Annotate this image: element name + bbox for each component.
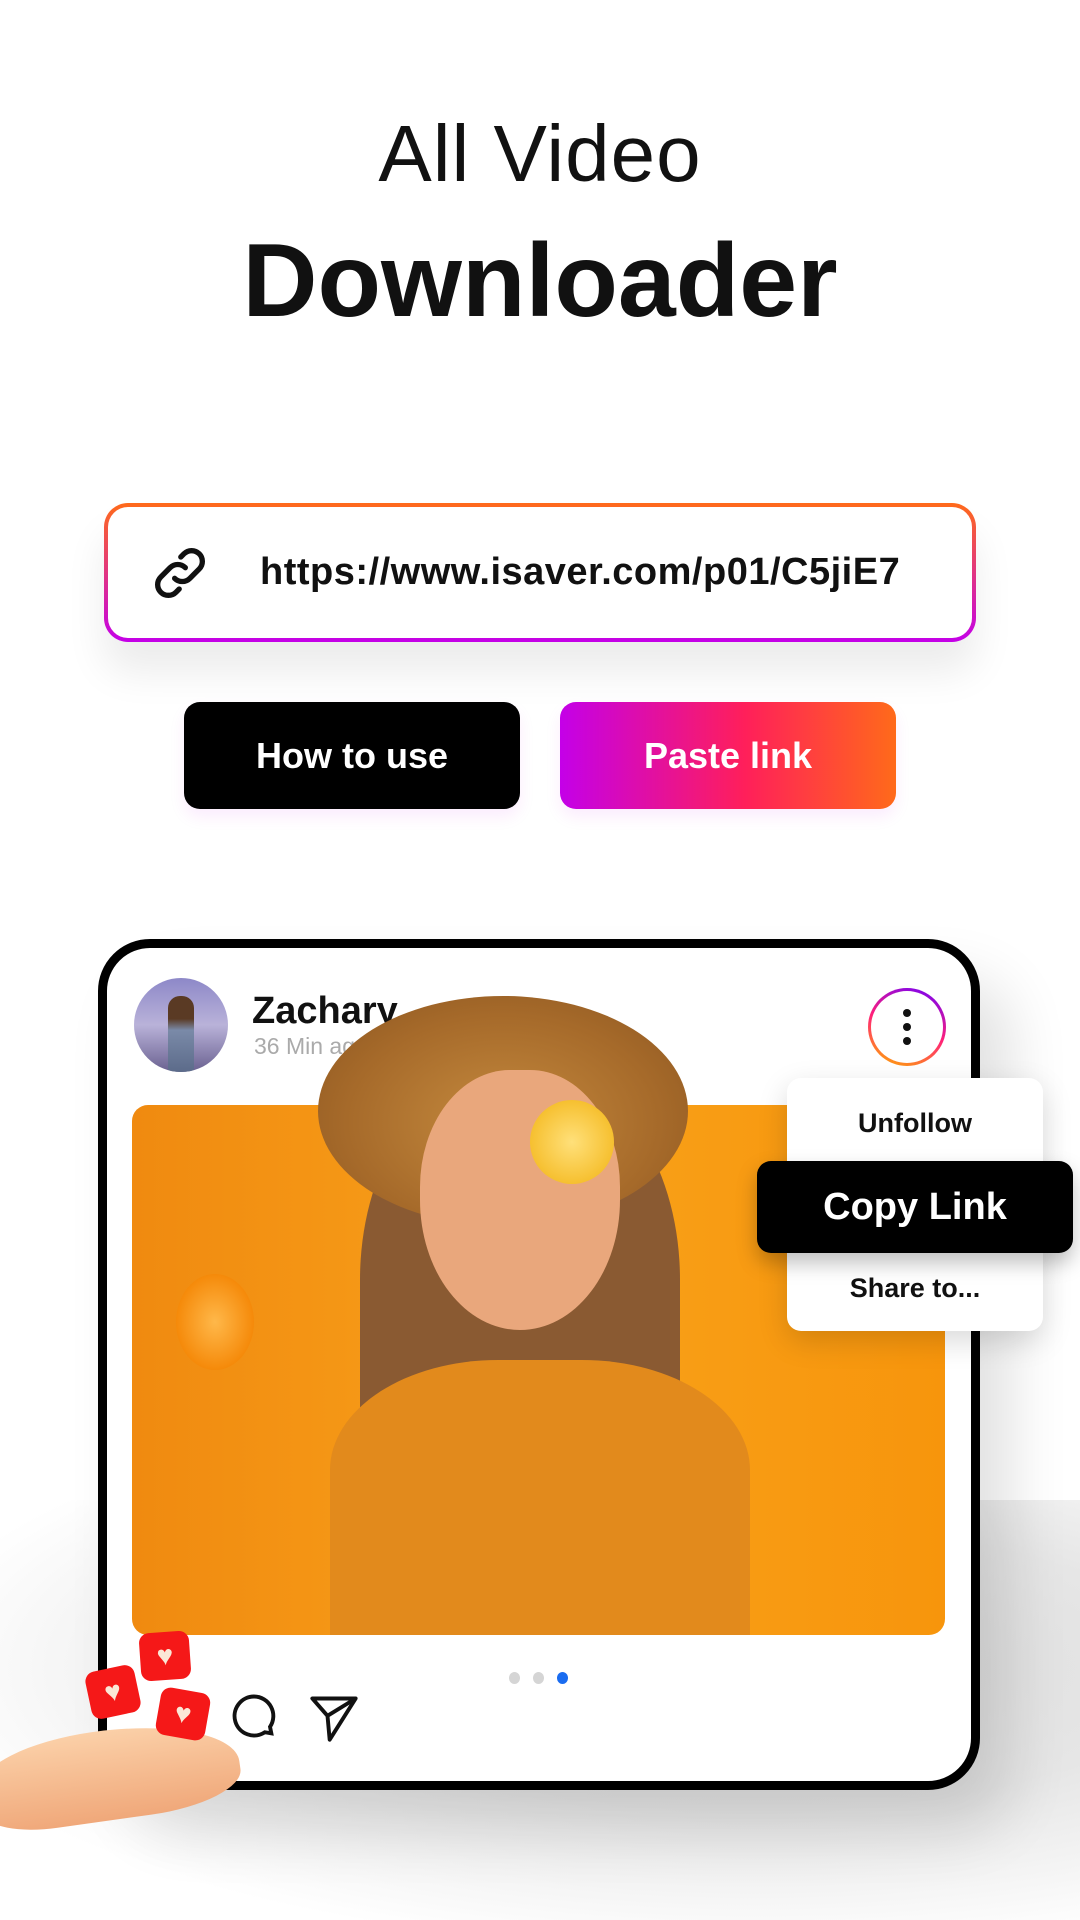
share-icon[interactable]: [308, 1692, 360, 1744]
menu-item-share-to[interactable]: Share to...: [787, 1273, 1043, 1304]
carousel-dot[interactable]: [533, 1672, 544, 1684]
menu-item-copy-link[interactable]: Copy Link: [757, 1161, 1073, 1253]
photo-orange: [176, 1274, 254, 1370]
url-input[interactable]: https://www.isaver.com/p01/C5jiE7: [104, 503, 976, 642]
photo-dress: [330, 1360, 750, 1635]
photo-lemon: [530, 1100, 614, 1184]
carousel-dot[interactable]: [509, 1672, 520, 1684]
how-to-use-button[interactable]: How to use: [184, 702, 520, 809]
heart-icon: ♥: [83, 1663, 143, 1721]
comment-icon[interactable]: [228, 1690, 280, 1742]
paste-link-button[interactable]: Paste link: [560, 702, 896, 809]
avatar[interactable]: [134, 978, 228, 1072]
title-line-2: Downloader: [242, 223, 838, 339]
heart-icon: ♥: [154, 1686, 212, 1742]
heart-icon: ♥: [138, 1630, 192, 1682]
menu-item-unfollow[interactable]: Unfollow: [787, 1108, 1043, 1139]
link-icon: [155, 547, 205, 598]
url-value[interactable]: https://www.isaver.com/p01/C5jiE7: [260, 551, 900, 594]
more-options-button[interactable]: [868, 988, 946, 1066]
more-vertical-icon: [871, 991, 943, 1063]
title-line-1: All Video: [378, 109, 702, 198]
carousel-dot-active[interactable]: [557, 1672, 568, 1684]
